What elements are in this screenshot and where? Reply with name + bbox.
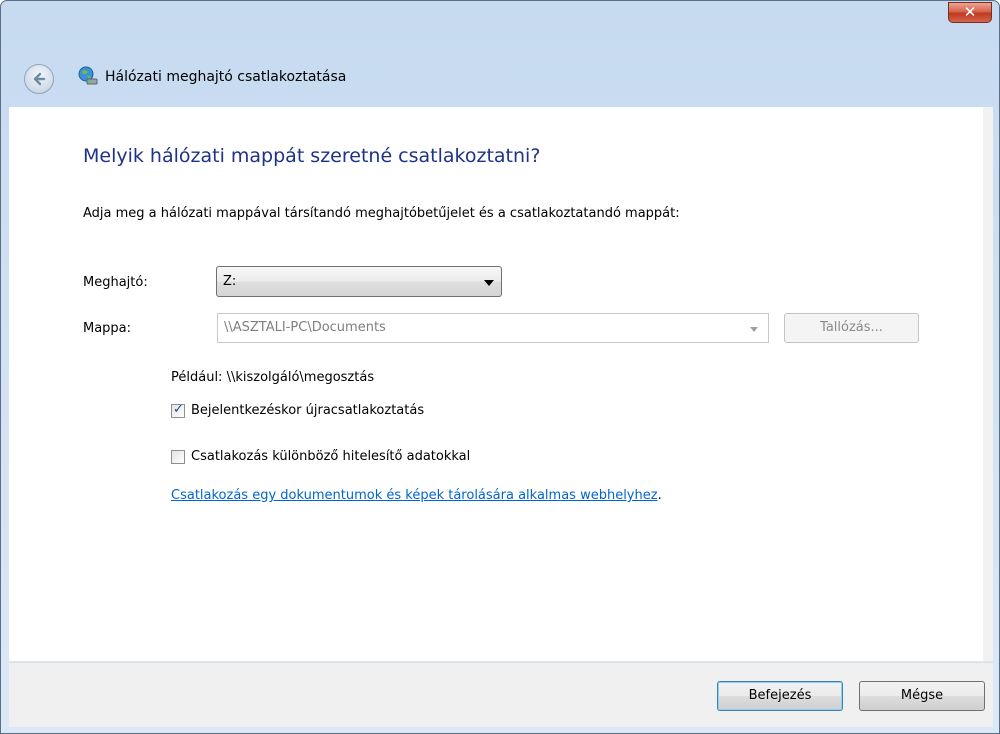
page-heading: Melyik hálózati mappát szeretné csatlako… [83, 145, 541, 167]
folder-path-value: \\ASZTALI-PC\Documents [224, 320, 386, 335]
chevron-down-icon [750, 327, 758, 332]
folder-label: Mappa: [83, 321, 132, 336]
drive-letter-dropdown[interactable]: Z: [216, 266, 502, 297]
window-title: Hálózati meghajtó csatlakoztatása [105, 69, 347, 85]
back-arrow-icon [33, 72, 46, 86]
close-button[interactable]: ✕ [948, 2, 992, 23]
title-bar: ✕ Hálózati meghajtó csatlakoztatása [1, 1, 999, 107]
different-credentials-label[interactable]: Csatlakozás különböző hitelesítő adatokk… [191, 449, 470, 464]
finish-button[interactable]: Befejezés [717, 681, 843, 711]
dialog-window: ✕ Hálózati meghajtó csatlakoztatása Mely… [0, 0, 1000, 734]
network-drive-icon [78, 66, 98, 85]
back-button[interactable] [24, 64, 54, 94]
content-area [9, 107, 983, 661]
website-link[interactable]: Csatlakozás egy dokumentumok és képek tá… [171, 488, 658, 503]
website-link-container: Csatlakozás egy dokumentumok és képek tá… [171, 488, 662, 503]
reconnect-checkbox[interactable]: ✓ [171, 402, 185, 418]
link-period: . [657, 488, 662, 503]
page-description: Adja meg a hálózati mappával társítandó … [83, 206, 680, 221]
browse-button[interactable]: Tallózás... [784, 313, 919, 343]
example-text: Például: \\kiszolgáló\megosztás [171, 370, 375, 385]
cancel-button[interactable]: Mégse [859, 681, 985, 711]
folder-combobox[interactable]: \\ASZTALI-PC\Documents [217, 313, 769, 343]
drive-label: Meghajtó: [83, 275, 148, 290]
checkmark-icon: ✓ [173, 402, 184, 417]
scroll-strip [983, 107, 993, 661]
close-icon: ✕ [963, 3, 977, 21]
drive-letter-value: Z: [223, 274, 237, 289]
reconnect-label[interactable]: Bejelentkezéskor újracsatlakoztatás [191, 403, 424, 418]
footer-bar: Befejezés Mégse [9, 662, 993, 727]
different-credentials-checkbox[interactable] [171, 450, 185, 464]
chevron-down-icon [484, 280, 494, 286]
